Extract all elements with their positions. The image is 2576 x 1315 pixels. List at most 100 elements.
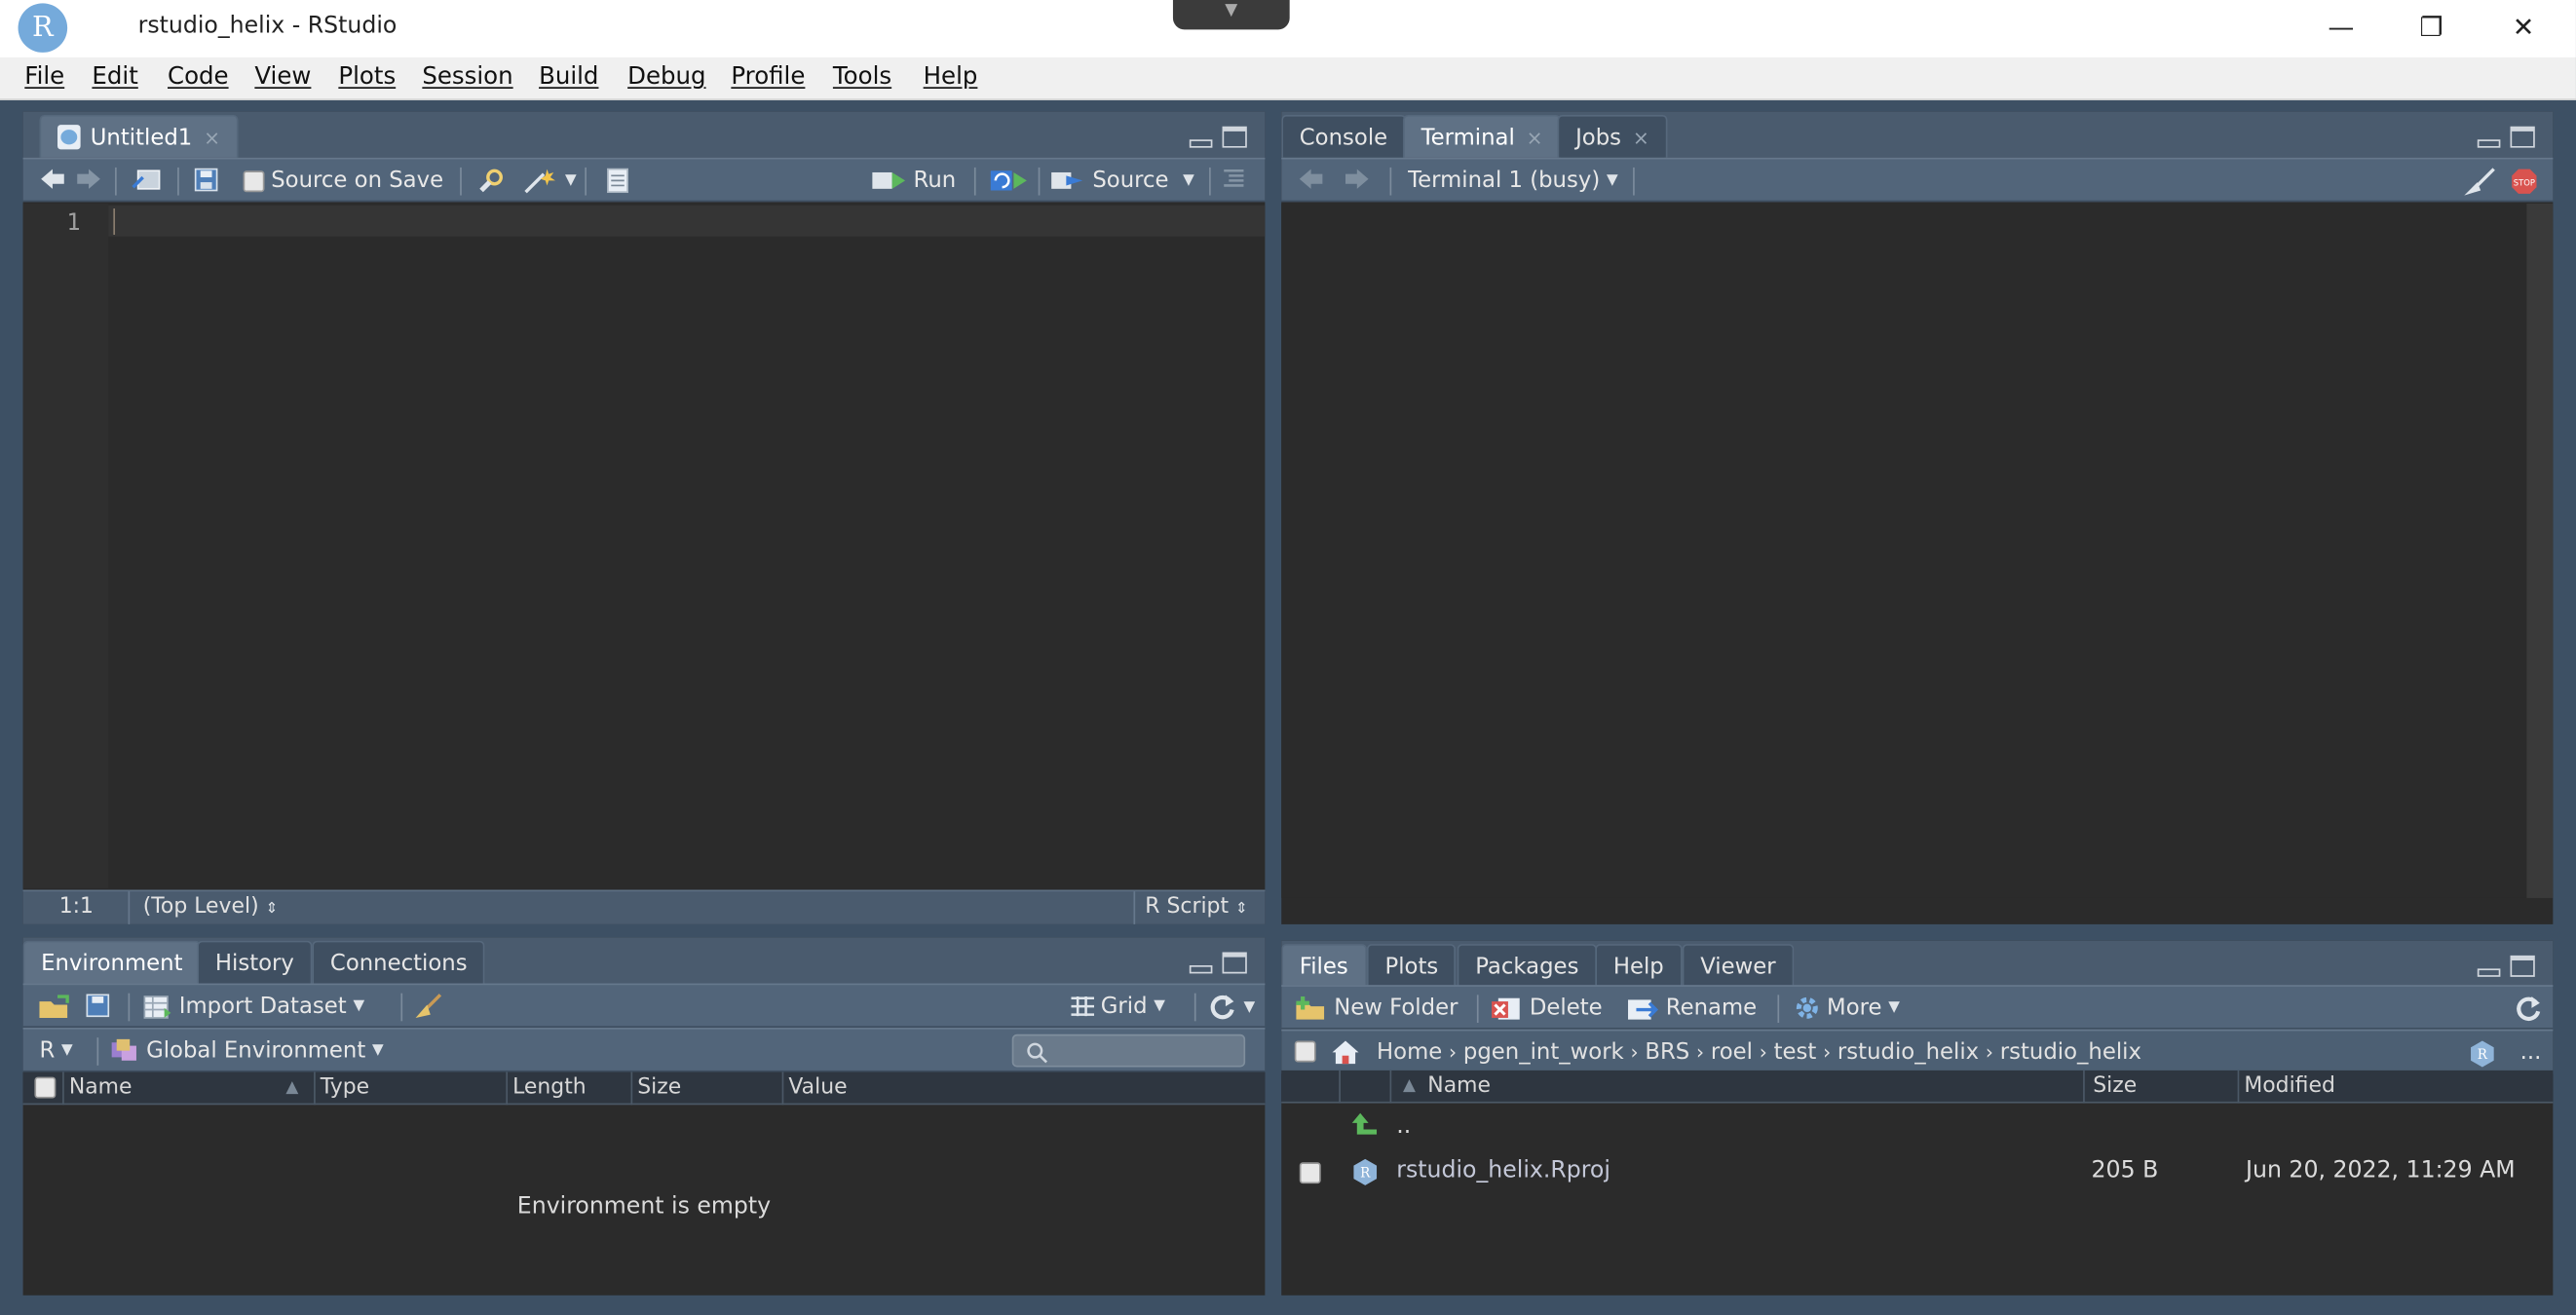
- clear-broom-icon[interactable]: [2461, 168, 2497, 197]
- save-icon[interactable]: [194, 168, 218, 192]
- tab-untitled1[interactable]: Untitled1 ×: [39, 114, 239, 158]
- compile-report-icon[interactable]: [605, 168, 631, 194]
- select-all-files-checkbox[interactable]: [1294, 1040, 1316, 1063]
- breadcrumb-pgen-int-work[interactable]: pgen_int_work: [1463, 1039, 1624, 1066]
- tab-history[interactable]: History: [197, 940, 313, 984]
- outline-icon[interactable]: [1223, 168, 1246, 191]
- menu-build[interactable]: Build: [539, 64, 598, 91]
- pane-minmax[interactable]: [2477, 955, 2537, 979]
- breadcrumb-home[interactable]: Home: [1377, 1039, 1442, 1066]
- menu-code[interactable]: Code: [168, 64, 229, 91]
- rerun-button[interactable]: [989, 168, 1028, 194]
- col-type[interactable]: Type: [321, 1075, 369, 1100]
- home-icon[interactable]: [1331, 1039, 1360, 1066]
- dropdown-handle[interactable]: ▼: [1172, 0, 1290, 30]
- next-terminal-icon[interactable]: [1344, 168, 1370, 191]
- col-name[interactable]: Name: [69, 1075, 133, 1100]
- maximize-pane-icon[interactable]: [1222, 126, 1247, 148]
- grid-view-button[interactable]: Grid ▼: [1071, 994, 1165, 1020]
- tab-files[interactable]: Files: [1281, 944, 1367, 987]
- tab-close-icon[interactable]: ×: [204, 126, 220, 149]
- delete-button[interactable]: Delete: [1490, 995, 1603, 1021]
- tab-plots[interactable]: Plots: [1366, 944, 1457, 987]
- col-modified[interactable]: Modified: [2244, 1073, 2335, 1098]
- refresh-environment-icon[interactable]: ▼: [1207, 994, 1255, 1022]
- breadcrumb-brs[interactable]: BRS: [1645, 1039, 1689, 1066]
- tab-close-icon[interactable]: ×: [1633, 126, 1649, 149]
- maximize-pane-icon[interactable]: [2510, 955, 2535, 977]
- col-size[interactable]: Size: [2093, 1073, 2137, 1098]
- breadcrumb-rstudio-helix-current[interactable]: rstudio_helix: [2000, 1039, 2141, 1066]
- menu-profile[interactable]: Profile: [731, 64, 805, 91]
- pane-minmax[interactable]: [1189, 126, 1249, 150]
- tab-terminal[interactable]: Terminal ×: [1403, 114, 1562, 158]
- terminal-output[interactable]: [1281, 203, 2527, 898]
- table-row[interactable]: R rstudio_helix.Rproj 205 B Jun 20, 2022…: [1281, 1150, 2553, 1193]
- language-selector[interactable]: R ▼: [39, 1037, 72, 1064]
- breadcrumb-rstudio-helix[interactable]: rstudio_helix: [1837, 1039, 1979, 1066]
- search-icon[interactable]: [478, 168, 505, 194]
- menu-plots[interactable]: Plots: [338, 64, 396, 91]
- refresh-files-icon[interactable]: [2514, 995, 2543, 1023]
- breadcrumb-test[interactable]: test: [1774, 1039, 1817, 1066]
- close-button[interactable]: ✕: [2500, 7, 2546, 46]
- source-button[interactable]: Source: [1049, 168, 1169, 194]
- menu-file[interactable]: File: [24, 64, 64, 91]
- run-button[interactable]: Run: [871, 168, 956, 194]
- maximize-pane-icon[interactable]: [1222, 952, 1247, 974]
- new-folder-button[interactable]: New Folder: [1295, 995, 1458, 1021]
- minimize-pane-icon[interactable]: [2477, 139, 2501, 148]
- tab-close-icon[interactable]: ×: [1527, 126, 1543, 149]
- more-button[interactable]: More ▼: [1794, 995, 1900, 1021]
- col-name[interactable]: Name: [1427, 1073, 1491, 1098]
- chevron-down-icon[interactable]: ▼: [565, 172, 577, 189]
- source-on-save-check[interactable]: [243, 169, 265, 192]
- col-length[interactable]: Length: [512, 1075, 587, 1100]
- tab-packages[interactable]: Packages: [1457, 944, 1597, 987]
- project-icon[interactable]: R: [2468, 1039, 2497, 1069]
- go-to-directory-button[interactable]: ...: [2520, 1039, 2542, 1066]
- clear-objects-broom-icon[interactable]: [414, 994, 443, 1022]
- menu-debug[interactable]: Debug: [627, 64, 705, 91]
- menu-tools[interactable]: Tools: [833, 64, 891, 91]
- import-dataset-button[interactable]: Import Dataset ▼: [143, 994, 364, 1020]
- tab-connections[interactable]: Connections: [312, 940, 486, 984]
- minimize-button[interactable]: —: [2318, 7, 2364, 46]
- show-in-window-icon[interactable]: [132, 168, 161, 192]
- file-checkbox[interactable]: [1299, 1162, 1321, 1184]
- file-type-selector[interactable]: R Script ⇕: [1145, 895, 1247, 920]
- environment-scope-selector[interactable]: Global Environment ▼: [110, 1037, 384, 1064]
- source-on-save-checkbox[interactable]: Source on Save: [243, 168, 443, 194]
- tab-environment[interactable]: Environment: [22, 940, 202, 984]
- magic-wand-icon[interactable]: ▼: [522, 168, 577, 194]
- pane-minmax[interactable]: [1189, 952, 1249, 976]
- tab-help[interactable]: Help: [1595, 944, 1683, 987]
- forward-arrow-icon[interactable]: [76, 168, 102, 191]
- back-arrow-icon[interactable]: [39, 168, 65, 191]
- select-all-checkbox[interactable]: [34, 1076, 57, 1099]
- tab-console[interactable]: Console: [1281, 114, 1406, 158]
- tab-jobs[interactable]: Jobs ×: [1557, 114, 1668, 158]
- pane-minmax[interactable]: [2477, 126, 2537, 150]
- parent-directory-label[interactable]: ..: [1396, 1113, 1411, 1140]
- source-dropdown-icon[interactable]: ▼: [1183, 172, 1194, 189]
- minimize-pane-icon[interactable]: [2477, 968, 2501, 977]
- load-workspace-icon[interactable]: [38, 994, 71, 1020]
- environment-search-input[interactable]: [1011, 1033, 1246, 1068]
- maximize-pane-icon[interactable]: [2510, 126, 2535, 148]
- terminal-scrollbar[interactable]: [2526, 203, 2554, 898]
- rename-button[interactable]: Rename: [1626, 995, 1757, 1021]
- minimize-pane-icon[interactable]: [1189, 139, 1213, 148]
- tab-viewer[interactable]: Viewer: [1682, 944, 1795, 987]
- menu-view[interactable]: View: [254, 64, 311, 91]
- menu-help[interactable]: Help: [924, 64, 978, 91]
- menu-session[interactable]: Session: [422, 64, 512, 91]
- breadcrumb-roel[interactable]: roel: [1711, 1039, 1753, 1066]
- col-value[interactable]: Value: [788, 1075, 847, 1100]
- scope-selector[interactable]: (Top Level) ⇕: [143, 895, 279, 920]
- stop-icon[interactable]: STOP: [2511, 168, 2539, 196]
- prev-terminal-icon[interactable]: [1298, 168, 1324, 191]
- terminal-selector[interactable]: Terminal 1 (busy) ▼: [1408, 168, 1618, 194]
- parent-directory-row[interactable]: ..: [1281, 1107, 2553, 1149]
- file-name[interactable]: rstudio_helix.Rproj: [1396, 1157, 1610, 1184]
